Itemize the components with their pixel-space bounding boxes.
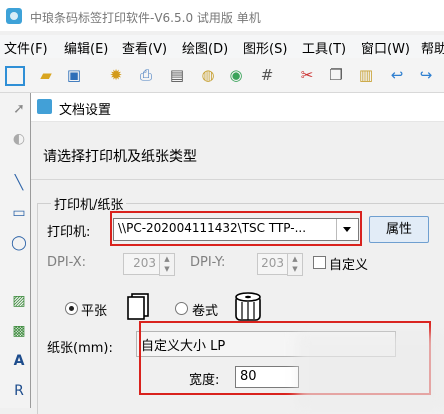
custom-checkbox[interactable] <box>313 256 326 269</box>
grid-icon[interactable]: # <box>257 65 277 85</box>
roll-label: 卷式 <box>192 304 219 319</box>
flat-sheet-icon <box>127 293 149 320</box>
menu-view[interactable]: 查看(V) <box>122 38 167 57</box>
blurred-watermark <box>297 333 444 408</box>
dialog-title-bar: 文档设置 <box>31 93 444 122</box>
dpix-stepper[interactable]: ▲ ▼ <box>159 253 175 276</box>
toolbar: ▰ ▣ ✹ ⎙ ▤ ◍ ◉ # ✂ ❐ ▥ ↩ ↪ <box>0 58 444 93</box>
rich-text-tool-icon[interactable]: R <box>9 381 29 401</box>
dpiy-label: DPI-Y: <box>190 255 226 270</box>
menu-edit[interactable]: 编辑(E) <box>64 38 108 57</box>
dialog-app-icon <box>37 99 52 114</box>
new-document-icon[interactable] <box>5 66 25 86</box>
picture-tool-icon[interactable]: ▩ <box>9 321 29 341</box>
print-icon[interactable]: ⎙ <box>136 65 156 85</box>
flat-label: 平张 <box>81 304 108 319</box>
pointer-icon[interactable]: ➚ <box>9 99 29 119</box>
menu-shape[interactable]: 图形(S) <box>243 38 287 57</box>
roll-paper-icon <box>235 292 261 321</box>
dialog-title: 文档设置 <box>59 103 112 118</box>
menu-help[interactable]: 帮助 <box>421 38 444 57</box>
open-folder-icon[interactable]: ▰ <box>36 65 56 85</box>
text-tool-icon[interactable]: A <box>9 351 29 371</box>
printer-highlight-box <box>110 211 362 246</box>
window-title: 中琅条码标签打印软件-V6.5.0 试用版 单机 <box>30 11 261 25</box>
roll-radio[interactable] <box>175 302 188 315</box>
copy-icon[interactable]: ❐ <box>326 65 346 85</box>
paste-icon[interactable]: ▥ <box>356 65 376 85</box>
flat-radio[interactable] <box>65 302 78 315</box>
document-settings-dialog: 文档设置 请选择打印机及纸张类型 打印机/纸张 打印机: \\PC-202004… <box>30 93 444 414</box>
title-bar: 中琅条码标签打印软件-V6.5.0 试用版 单机 <box>0 0 444 31</box>
dpiy-stepper[interactable]: ▲ ▼ <box>287 253 303 276</box>
save-icon[interactable]: ▣ <box>64 65 84 85</box>
ellipse-tool-icon[interactable]: ◯ <box>9 233 29 253</box>
divider <box>31 179 444 180</box>
undo-icon[interactable]: ↩ <box>387 65 407 85</box>
menu-window[interactable]: 窗口(W) <box>361 38 410 57</box>
app-logo-icon <box>6 8 22 24</box>
printer-label: 打印机: <box>47 225 91 240</box>
database-icon[interactable]: ◍ <box>198 65 218 85</box>
data-source-icon[interactable]: ◉ <box>226 65 246 85</box>
rectangle-tool-icon[interactable]: ▭ <box>9 203 29 223</box>
dpiy-input[interactable]: 203 <box>257 253 289 275</box>
paper-label: 纸张(mm): <box>47 341 113 356</box>
dpix-value: 203 <box>133 256 156 270</box>
print-preview-icon[interactable]: ▤ <box>167 65 187 85</box>
settings-gear-icon[interactable]: ✹ <box>106 65 126 85</box>
menu-draw[interactable]: 绘图(D) <box>182 38 228 57</box>
image-tool-icon[interactable]: ▨ <box>9 291 29 311</box>
custom-label: 自定义 <box>329 258 369 273</box>
line-tool-icon[interactable]: ╲ <box>9 173 29 193</box>
properties-button[interactable]: 属性 <box>369 216 429 243</box>
redo-icon[interactable]: ↪ <box>416 65 436 85</box>
menu-tools[interactable]: 工具(T) <box>302 38 346 57</box>
menu-file[interactable]: 文件(F) <box>4 38 48 57</box>
dpix-input[interactable]: 203 <box>123 253 161 275</box>
cut-icon[interactable]: ✂ <box>297 65 317 85</box>
dialog-prompt: 请选择打印机及纸张类型 <box>43 149 197 165</box>
menu-bar: 文件(F) 编辑(E) 查看(V) 绘图(D) 图形(S) 工具(T) 窗口(W… <box>0 35 444 58</box>
dpiy-value: 203 <box>261 256 284 270</box>
dpix-label: DPI-X: <box>47 255 87 270</box>
shape-icon[interactable]: ◐ <box>9 129 29 149</box>
